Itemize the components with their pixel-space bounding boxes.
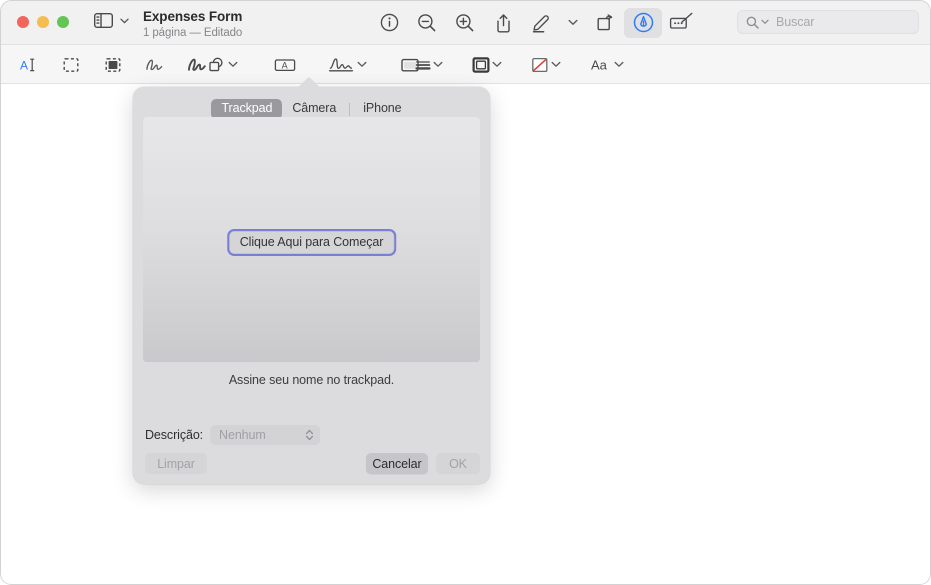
document-subtitle: 1 página — Editado <box>143 26 243 39</box>
shape-style-button[interactable] <box>412 51 445 79</box>
instant-alpha-button[interactable] <box>98 51 128 79</box>
text-selection-button[interactable]: A <box>14 51 44 79</box>
rotate-icon <box>597 13 613 30</box>
start-signing-button[interactable]: Clique Aqui para Começar <box>226 229 397 256</box>
signature-hint-text: Assine seu nome no trackpad. <box>228 373 395 387</box>
close-button[interactable] <box>17 16 29 28</box>
trackpad-signature-canvas[interactable]: Clique Aqui para Começar <box>143 117 480 362</box>
signature-popover: Trackpad Câmera iPhone Clique Aqui para … <box>133 77 490 484</box>
svg-text:Aa: Aa <box>591 57 608 72</box>
chevron-down-icon <box>568 19 578 25</box>
shapes-button[interactable] <box>205 51 240 79</box>
fill-color-icon <box>532 57 548 72</box>
clear-button[interactable]: Limpar <box>145 453 207 474</box>
svg-text:A: A <box>20 58 28 72</box>
cancel-button[interactable]: Cancelar <box>366 453 428 474</box>
rectangular-selection-icon <box>63 57 79 72</box>
annotate-button[interactable] <box>662 8 700 38</box>
sketch-icon <box>146 59 163 70</box>
info-icon <box>380 13 398 32</box>
share-icon <box>496 13 510 32</box>
search-placeholder: Buscar <box>776 15 815 29</box>
popover-footer: Limpar Cancelar OK <box>133 453 490 483</box>
tab-iphone[interactable]: iPhone <box>353 99 411 119</box>
signature-button[interactable] <box>326 51 369 79</box>
svg-text:A: A <box>282 60 288 70</box>
shapes-icon <box>209 57 223 71</box>
tab-trackpad[interactable]: Trackpad <box>211 99 283 119</box>
chevron-down-icon <box>228 61 238 67</box>
markup-left-group: A <box>14 45 212 84</box>
app-window: Expenses Form 1 página — Editado Buscar … <box>0 0 931 585</box>
page-title: Expenses Form <box>143 9 243 24</box>
document-title-block: Expenses Form 1 página — Editado <box>143 9 242 40</box>
zoom-out-button[interactable] <box>408 8 446 38</box>
description-value: Nenhum <box>219 428 266 442</box>
highlight-options-button[interactable] <box>560 8 586 38</box>
markup-toolbar: A A Aa <box>0 45 931 84</box>
chevron-down-icon <box>433 61 443 67</box>
sidebar-icon <box>94 13 113 28</box>
markup-button[interactable] <box>624 7 662 38</box>
fill-color-button[interactable] <box>528 51 563 79</box>
chevron-down-icon <box>357 61 367 67</box>
chevron-up-down-icon <box>306 429 314 441</box>
description-select[interactable]: Nenhum <box>210 425 321 445</box>
tab-divider <box>349 102 351 116</box>
markup-right-group: Aa <box>412 45 626 84</box>
chevron-down-icon <box>614 61 624 67</box>
chevron-down-icon <box>551 61 561 67</box>
chevron-down-icon <box>120 18 129 23</box>
font-style-icon: Aa <box>591 57 608 72</box>
rotate-button[interactable] <box>586 8 624 38</box>
annotate-icon <box>669 12 692 29</box>
shape-style-icon <box>415 60 431 70</box>
zoom-out-icon <box>418 13 436 31</box>
zoom-button[interactable] <box>57 16 69 28</box>
window-controls <box>17 16 69 28</box>
instant-alpha-icon <box>105 57 121 72</box>
sidebar-toggle-button[interactable] <box>94 13 129 28</box>
rectangular-selection-button[interactable] <box>56 51 86 79</box>
highlight-pen-icon <box>532 15 549 33</box>
text-selection-icon: A <box>20 58 35 72</box>
search-input[interactable]: Buscar <box>737 10 919 34</box>
popover-arrow <box>297 77 321 88</box>
minimize-button[interactable] <box>37 16 49 28</box>
tab-camera[interactable]: Câmera <box>282 99 346 119</box>
share-button[interactable] <box>484 8 522 38</box>
chevron-down-icon <box>492 61 502 67</box>
signature-source-tabs: Trackpad Câmera iPhone <box>133 99 490 119</box>
chevron-down-icon <box>761 19 769 24</box>
highlight-button[interactable] <box>522 8 560 38</box>
zoom-in-button[interactable] <box>446 8 484 38</box>
text-box-icon: A <box>274 58 296 71</box>
zoom-in-icon <box>456 13 474 31</box>
description-label: Descrição: <box>145 428 204 442</box>
description-row: Descrição: Nenhum <box>145 425 321 445</box>
border-style-button[interactable] <box>469 51 504 79</box>
signature-icon <box>328 57 354 71</box>
border-style-icon <box>472 56 490 73</box>
info-button[interactable] <box>370 8 408 38</box>
search-icon <box>746 16 759 29</box>
sketch-button[interactable] <box>140 51 170 79</box>
text-box-button[interactable]: A <box>270 51 300 79</box>
title-bar: Expenses Form 1 página — Editado Buscar <box>0 0 931 45</box>
markup-icon <box>633 12 653 33</box>
font-style-button[interactable]: Aa <box>587 51 626 79</box>
ok-button[interactable]: OK <box>436 453 480 474</box>
